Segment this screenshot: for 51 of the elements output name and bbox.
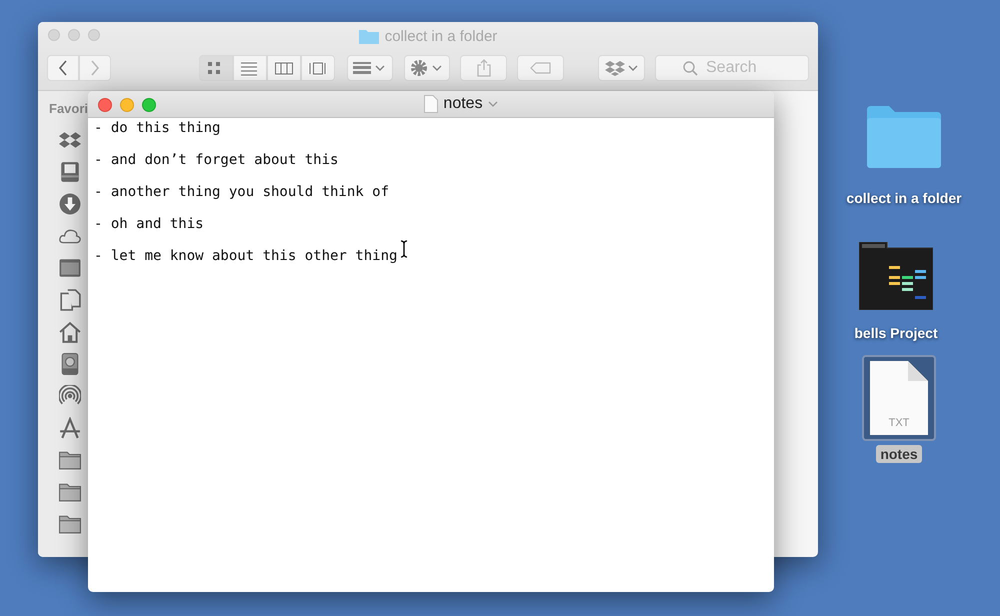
window-title: notes — [443, 95, 483, 113]
close-button[interactable] — [98, 98, 112, 112]
chevron-left-icon — [58, 60, 68, 76]
search-field[interactable]: Search — [655, 55, 809, 81]
chevron-right-icon — [90, 60, 100, 76]
text-line: - and don’t forget about this — [94, 152, 338, 168]
text-line: - let me know about this other thing — [94, 248, 398, 264]
folder-icon[interactable] — [59, 513, 81, 535]
documents-icon[interactable] — [59, 289, 81, 311]
text-line: - do this thing — [94, 120, 220, 136]
folder-icon[interactable] — [59, 449, 81, 471]
view-mode-icon — [309, 60, 327, 76]
sidebar-heading: Favori — [49, 101, 90, 116]
folder-icon[interactable] — [867, 106, 941, 168]
window-icon[interactable] — [59, 257, 81, 279]
text-line: - another thing you should think of — [94, 184, 390, 200]
tag-icon — [530, 62, 552, 74]
gear-icon — [410, 59, 444, 77]
text-cursor-icon — [400, 240, 408, 258]
chevron-icon[interactable] — [488, 100, 498, 108]
compass-icon[interactable] — [59, 417, 81, 439]
file-type-label: TXT — [888, 417, 910, 429]
back-button[interactable] — [47, 55, 79, 81]
text-line: - oh and this — [94, 216, 204, 232]
view-mode-button[interactable] — [199, 55, 233, 81]
folder-icon — [358, 28, 379, 44]
dropbox-button[interactable] — [598, 55, 645, 81]
tray-icon[interactable] — [59, 161, 81, 183]
icon-label[interactable]: bells Project — [850, 324, 942, 342]
icon-label[interactable]: collect in a folder — [842, 189, 966, 207]
download-icon[interactable] — [59, 193, 81, 215]
folder-icon[interactable] — [59, 481, 81, 503]
boxes-icon — [604, 59, 638, 77]
view-mode-button[interactable] — [301, 55, 335, 81]
grid-dropdown-icon — [353, 61, 387, 75]
project-folder-icon[interactable] — [859, 242, 933, 310]
view-mode-icon — [241, 60, 259, 76]
view-mode-button[interactable] — [267, 55, 301, 81]
action-button[interactable] — [404, 55, 450, 81]
document-icon[interactable] — [870, 361, 928, 435]
house-icon[interactable] — [59, 321, 81, 343]
share-icon — [476, 59, 490, 77]
search-icon — [683, 61, 698, 76]
view-mode-icon — [275, 60, 293, 76]
window-title: collect in a folder — [384, 28, 498, 44]
view-mode-button[interactable] — [233, 55, 267, 81]
document-icon — [424, 95, 438, 113]
zoom-button[interactable] — [142, 98, 156, 112]
arrange-button[interactable] — [347, 55, 393, 81]
rings-icon[interactable] — [59, 385, 81, 407]
icon-label[interactable]: notes — [876, 445, 922, 463]
